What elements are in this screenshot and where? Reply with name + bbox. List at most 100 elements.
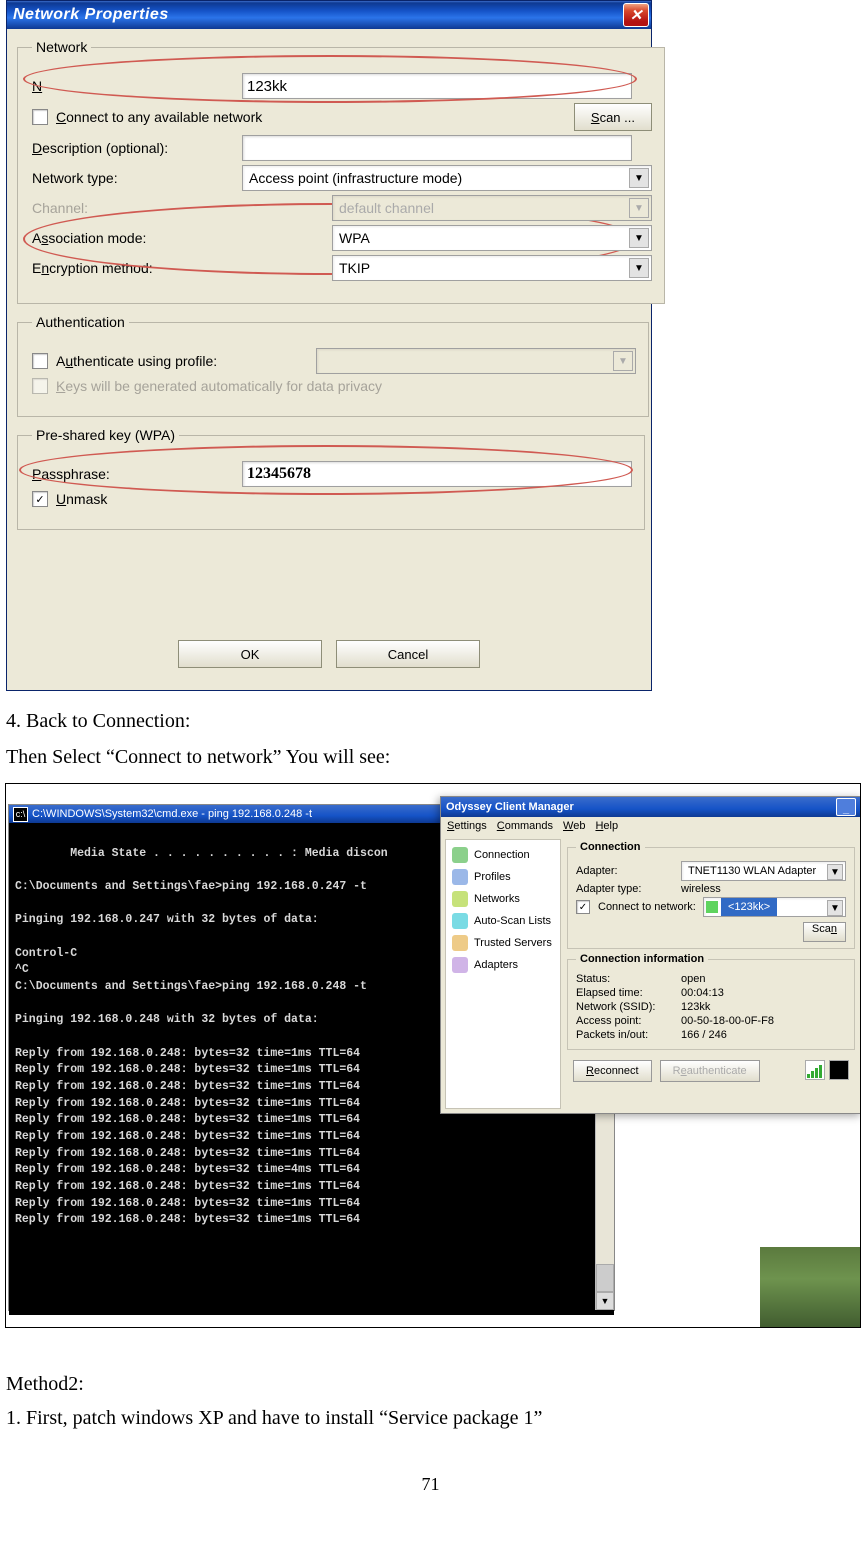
chevron-down-icon: ▼ <box>629 168 649 188</box>
psk-legend: Pre-shared key (WPA) <box>32 427 179 443</box>
chevron-down-icon: ▼ <box>827 900 843 916</box>
auth-profile-label: Authenticate using profile: <box>56 353 316 369</box>
cancel-button[interactable]: Cancel <box>336 640 480 668</box>
pkt-label: Packets in/out: <box>576 1029 681 1041</box>
profiles-icon <box>452 869 468 885</box>
odyssey-scan-button[interactable]: Scan <box>803 922 846 942</box>
titlebar[interactable]: Network Properties ✕ <box>7 1 651 29</box>
passphrase-input[interactable] <box>242 461 632 487</box>
scan-button[interactable]: Scan ... <box>574 103 652 131</box>
ap-value: 00-50-18-00-0F-F8 <box>681 1015 846 1027</box>
ok-button[interactable]: OK <box>178 640 322 668</box>
association-select[interactable]: WPA ▼ <box>332 225 652 251</box>
method2-text: Method2: <box>6 1368 861 1400</box>
step-4-text: 4. Back to Connection: <box>6 705 861 737</box>
network-properties-window: Network Properties ✕ Network N Connect t… <box>6 0 652 691</box>
connection-group: Connection Adapter: TNET1130 WLAN Adapte… <box>567 841 855 949</box>
connect-any-label: Connect to any available network <box>56 109 574 125</box>
method2-step1-text: 1. First, patch windows XP and have to i… <box>6 1402 861 1434</box>
chevron-down-icon: ▼ <box>827 864 843 880</box>
info-ssid-label: Network (SSID): <box>576 1001 681 1013</box>
cmd-title-text: C:\WINDOWS\System32\cmd.exe - ping 192.1… <box>32 808 312 820</box>
connection-icon <box>452 847 468 863</box>
sidebar-item-trusted[interactable]: Trusted Servers <box>448 932 558 954</box>
odyssey-sidebar: Connection Profiles Networks Auto-Scan L… <box>445 839 561 1109</box>
ssid-input[interactable] <box>242 73 632 99</box>
association-value: WPA <box>339 230 370 246</box>
ssid-label: N <box>32 78 242 94</box>
network-legend: Network <box>32 39 91 55</box>
authentication-legend: Authentication <box>32 314 129 330</box>
description-label: Description (optional): <box>32 140 242 156</box>
sidebar-item-autoscan[interactable]: Auto-Scan Lists <box>448 910 558 932</box>
auth-profile-select: ▼ <box>316 348 636 374</box>
step-4b-text: Then Select “Connect to network” You wil… <box>6 741 861 773</box>
connect-any-checkbox[interactable] <box>32 109 48 125</box>
info-ssid-value: 123kk <box>681 1001 846 1013</box>
odyssey-title-text: Odyssey Client Manager <box>446 801 574 813</box>
ap-label: Access point: <box>576 1015 681 1027</box>
unmask-label: Unmask <box>56 491 107 507</box>
adapter-label: Adapter: <box>576 865 681 877</box>
network-type-value: Access point (infrastructure mode) <box>249 170 462 186</box>
network-status-icon <box>706 901 718 913</box>
chevron-down-icon: ▼ <box>629 198 649 218</box>
sidebar-item-profiles[interactable]: Profiles <box>448 866 558 888</box>
connect-to-checkbox[interactable]: ✓ <box>576 900 590 914</box>
networks-icon <box>452 891 468 907</box>
sidebar-item-adapters[interactable]: Adapters <box>448 954 558 976</box>
odyssey-menubar: Settings Commands Web Help <box>441 817 861 835</box>
encryption-label: Encryption method: <box>32 260 332 276</box>
title-text: Network Properties <box>13 6 169 24</box>
minimize-button[interactable]: _ <box>836 798 856 816</box>
cmd-icon: c:\ <box>13 807 28 822</box>
channel-value: default channel <box>339 200 434 216</box>
adaptertype-value: wireless <box>681 883 846 895</box>
association-label: Association mode: <box>32 230 332 246</box>
chevron-down-icon: ▼ <box>629 258 649 278</box>
sidebar-item-networks[interactable]: Networks <box>448 888 558 910</box>
adapter-select[interactable]: TNET1130 WLAN Adapter▼ <box>681 861 846 881</box>
scroll-down-icon[interactable]: ▼ <box>596 1292 614 1310</box>
trusted-icon <box>452 935 468 951</box>
unmask-checkbox[interactable]: ✓ <box>32 491 48 507</box>
status-label: Status: <box>576 973 681 985</box>
conn-info-legend: Connection information <box>576 953 708 965</box>
menu-help[interactable]: Help <box>595 820 618 832</box>
connect-to-select[interactable]: <123kk> ▼ <box>703 897 846 917</box>
close-button[interactable]: ✕ <box>623 3 649 27</box>
encryption-select[interactable]: TKIP ▼ <box>332 255 652 281</box>
elapsed-value: 00:04:13 <box>681 987 846 999</box>
connection-legend: Connection <box>576 841 645 853</box>
signal-icon-2 <box>829 1060 849 1080</box>
connection-info-group: Connection information Status:open Elaps… <box>567 953 855 1050</box>
chevron-down-icon: ▼ <box>613 351 633 371</box>
description-input[interactable] <box>242 135 632 161</box>
network-type-select[interactable]: Access point (infrastructure mode) ▼ <box>242 165 652 191</box>
psk-group: Pre-shared key (WPA) Passphrase: ✓ Unmas… <box>17 427 645 530</box>
pkt-value: 166 / 246 <box>681 1029 846 1041</box>
elapsed-label: Elapsed time: <box>576 987 681 999</box>
signal-icon <box>805 1060 825 1080</box>
adapters-icon <box>452 957 468 973</box>
auth-profile-checkbox[interactable] <box>32 353 48 369</box>
network-chip: <123kk> <box>721 898 777 916</box>
figure-2: c:\ C:\WINDOWS\System32\cmd.exe - ping 1… <box>5 783 861 1328</box>
channel-label: Channel: <box>32 200 332 216</box>
odyssey-window: Odyssey Client Manager _ Settings Comman… <box>440 796 861 1114</box>
channel-select: default channel ▼ <box>332 195 652 221</box>
menu-web[interactable]: Web <box>563 820 585 832</box>
sidebar-item-connection[interactable]: Connection <box>448 844 558 866</box>
menu-settings[interactable]: Settings <box>447 820 487 832</box>
menu-commands[interactable]: Commands <box>497 820 553 832</box>
reconnect-button[interactable]: Reconnect <box>573 1060 652 1082</box>
passphrase-label: Passphrase: <box>32 466 242 482</box>
adaptertype-label: Adapter type: <box>576 883 681 895</box>
status-value: open <box>681 973 846 985</box>
odyssey-titlebar[interactable]: Odyssey Client Manager _ <box>441 797 861 817</box>
autoscan-icon <box>452 913 468 929</box>
reauthenticate-button: Reauthenticate <box>660 1060 760 1082</box>
network-type-label: Network type: <box>32 170 242 186</box>
scroll-thumb[interactable] <box>596 1264 614 1292</box>
keys-auto-label: Keys will be generated automatically for… <box>56 378 382 394</box>
